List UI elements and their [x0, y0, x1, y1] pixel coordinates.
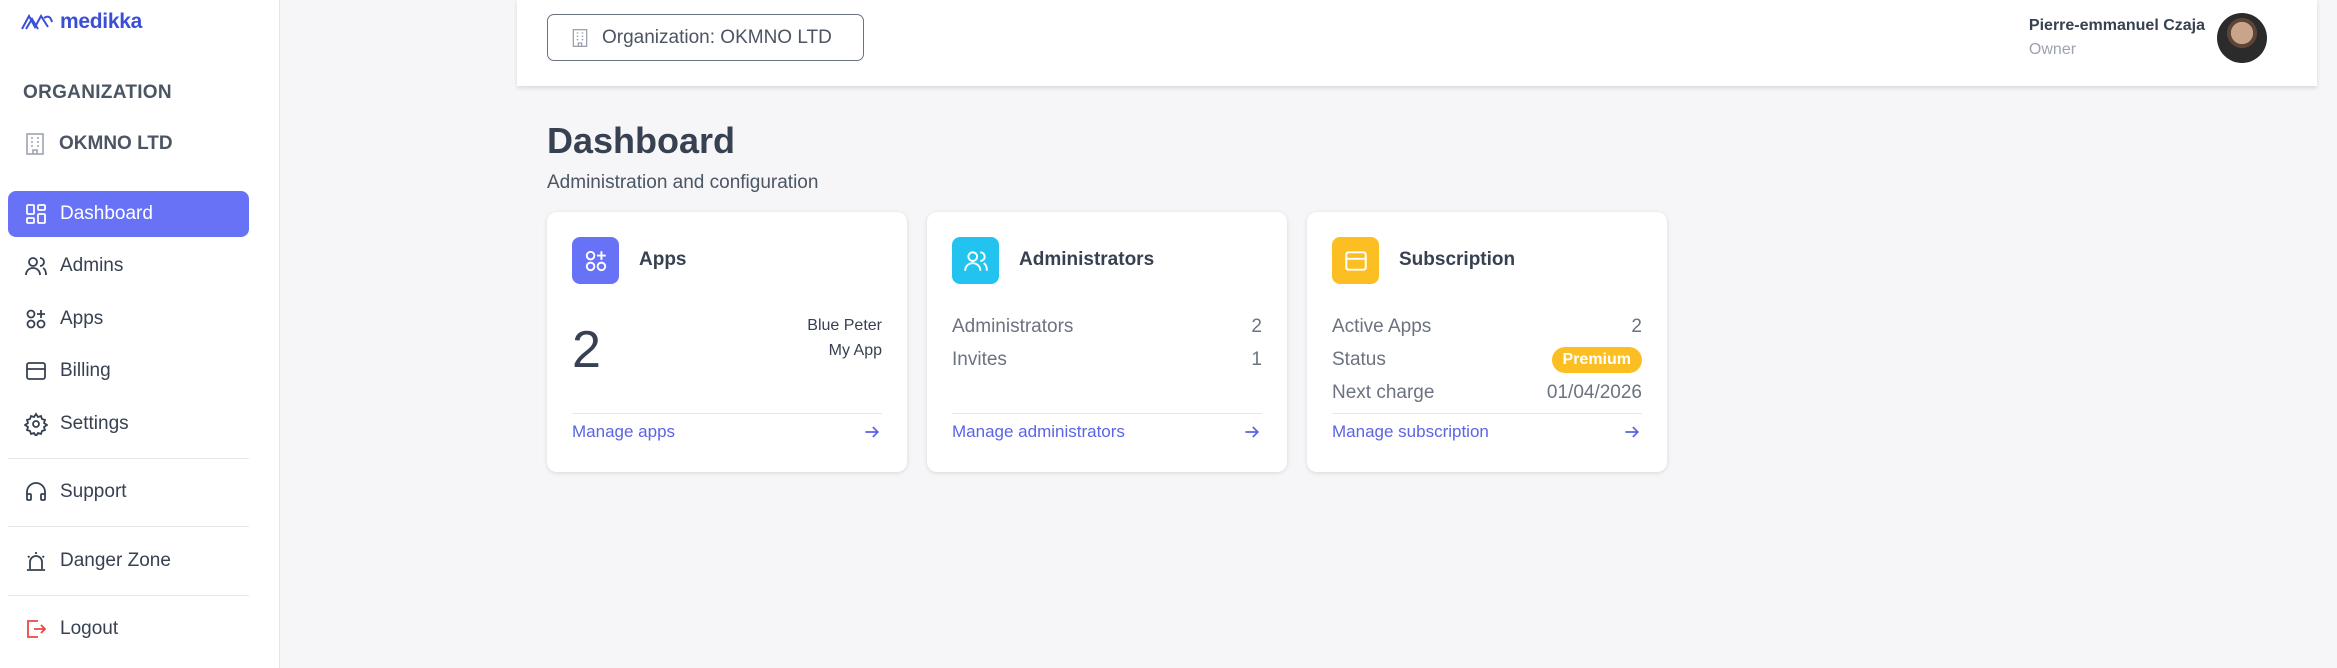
- building-icon: [26, 133, 44, 155]
- sidebar-item-label: Support: [60, 481, 127, 502]
- manage-administrators-label: Manage administrators: [952, 422, 1125, 441]
- active-apps-row: Active Apps 2: [1332, 310, 1642, 343]
- invites-count-row: Invites 1: [952, 343, 1262, 376]
- subscription-card-title: Subscription: [1399, 249, 1516, 270]
- status-badge: Premium: [1551, 346, 1642, 373]
- sidebar-divider: [8, 526, 249, 527]
- manage-apps-label: Manage apps: [572, 422, 676, 441]
- apps-icon: [26, 309, 46, 329]
- app-name: My App: [828, 342, 882, 359]
- sidebar-item-settings[interactable]: Settings: [8, 401, 249, 447]
- organization-name-label: OKMNO LTD: [59, 133, 173, 154]
- apps-card-title: Apps: [639, 249, 687, 270]
- stat-label: Invites: [952, 348, 1007, 370]
- stat-label: Status: [1332, 348, 1386, 370]
- stat-value: 2: [1251, 315, 1262, 337]
- sidebar-divider: [8, 458, 249, 459]
- subscription-card-icon-box: [1332, 237, 1379, 284]
- logout-icon: [27, 620, 47, 638]
- app-list: Blue Peter My App: [807, 313, 882, 363]
- organization-name: OKMNO LTD: [23, 132, 173, 156]
- administrators-card-icon-box: [952, 237, 999, 284]
- organization-selector[interactable]: Organization: OKMNO LTD: [547, 14, 864, 61]
- sidebar-item-label: Logout: [60, 618, 119, 639]
- status-row: Status Premium: [1332, 343, 1642, 376]
- medikka-logo-icon: [21, 13, 53, 30]
- administrators-card-title: Administrators: [1019, 249, 1155, 270]
- arrow-right-icon: [1245, 426, 1260, 438]
- sidebar-divider: [8, 595, 249, 596]
- next-charge-row: Next charge 01/04/2026: [1332, 376, 1642, 409]
- brand-name: medikka: [60, 10, 142, 33]
- apps-icon: [585, 250, 606, 271]
- manage-subscription-link[interactable]: Manage subscription: [1332, 422, 1642, 442]
- top-bar: Organization: OKMNO LTD Pierre-emmanuel …: [517, 0, 2317, 86]
- sidebar-item-support[interactable]: Support: [8, 469, 249, 515]
- sidebar-item-admins[interactable]: Admins: [8, 243, 249, 289]
- arrow-right-icon: [1625, 426, 1640, 438]
- sidebar-item-dashboard[interactable]: Dashboard: [8, 191, 249, 237]
- page-subtitle: Administration and configuration: [547, 172, 819, 193]
- building-icon: [572, 28, 588, 47]
- user-role: Owner: [2028, 41, 2077, 58]
- subscription-card: Subscription Active Apps 2 Status Premiu…: [1307, 212, 1667, 472]
- billing-icon: [26, 362, 46, 380]
- users-icon: [963, 250, 988, 271]
- sidebar-item-label: Apps: [60, 308, 104, 329]
- manage-subscription-label: Manage subscription: [1332, 422, 1489, 441]
- sidebar-item-label: Admins: [60, 255, 124, 276]
- apps-count: 2: [572, 321, 601, 379]
- organization-heading: ORGANIZATION: [23, 82, 172, 103]
- avatar[interactable]: [2217, 13, 2267, 63]
- apps-card: Apps 2 Blue Peter My App Manage apps: [547, 212, 907, 472]
- headset-icon: [26, 482, 46, 501]
- billing-icon: [1344, 250, 1367, 271]
- brand-logo[interactable]: medikka: [20, 10, 142, 34]
- sidebar: medikka ORGANIZATION OKMNO LTD Dashboard…: [0, 0, 280, 668]
- card-divider: [1332, 413, 1642, 414]
- sidebar-item-apps[interactable]: Apps: [8, 296, 249, 342]
- users-icon: [25, 257, 47, 276]
- sidebar-item-label: Settings: [60, 413, 129, 434]
- app-name: Blue Peter: [807, 317, 882, 334]
- stat-value: 2: [1631, 315, 1642, 337]
- administrators-count-row: Administrators 2: [952, 310, 1262, 343]
- page-title: Dashboard: [547, 120, 736, 161]
- user-menu[interactable]: Pierre-emmanuel Czaja Owner: [2029, 13, 2267, 63]
- administrators-card: Administrators Administrators 2 Invites …: [927, 212, 1287, 472]
- apps-card-icon-box: [572, 237, 619, 284]
- sidebar-item-billing[interactable]: Billing: [8, 348, 249, 394]
- administrators-stats: Administrators 2 Invites 1: [952, 310, 1262, 376]
- stat-value: 1: [1251, 348, 1262, 370]
- subscription-stats: Active Apps 2 Status Premium Next charge…: [1332, 310, 1642, 409]
- alarm-icon: [27, 552, 45, 571]
- gear-icon: [24, 412, 48, 436]
- card-divider: [572, 413, 882, 414]
- user-name: Pierre-emmanuel Czaja: [2028, 17, 2205, 34]
- stat-value: 01/04/2026: [1546, 381, 1642, 403]
- manage-administrators-link[interactable]: Manage administrators: [952, 422, 1262, 442]
- arrow-right-icon: [865, 426, 880, 438]
- manage-apps-link[interactable]: Manage apps: [572, 422, 882, 442]
- stat-label: Next charge: [1332, 381, 1435, 403]
- dashboard-icon: [26, 204, 46, 224]
- sidebar-item-label: Danger Zone: [60, 550, 171, 571]
- stat-label: Active Apps: [1332, 315, 1432, 337]
- user-info: Pierre-emmanuel Czaja Owner: [2029, 17, 2205, 59]
- sidebar-item-label: Billing: [60, 360, 111, 381]
- sidebar-item-label: Dashboard: [60, 203, 153, 224]
- sidebar-item-danger-zone[interactable]: Danger Zone: [8, 538, 249, 584]
- stat-label: Administrators: [952, 315, 1074, 337]
- sidebar-item-logout[interactable]: Logout: [8, 606, 249, 652]
- card-divider: [952, 413, 1262, 414]
- organization-selector-label: Organization: OKMNO LTD: [602, 26, 832, 48]
